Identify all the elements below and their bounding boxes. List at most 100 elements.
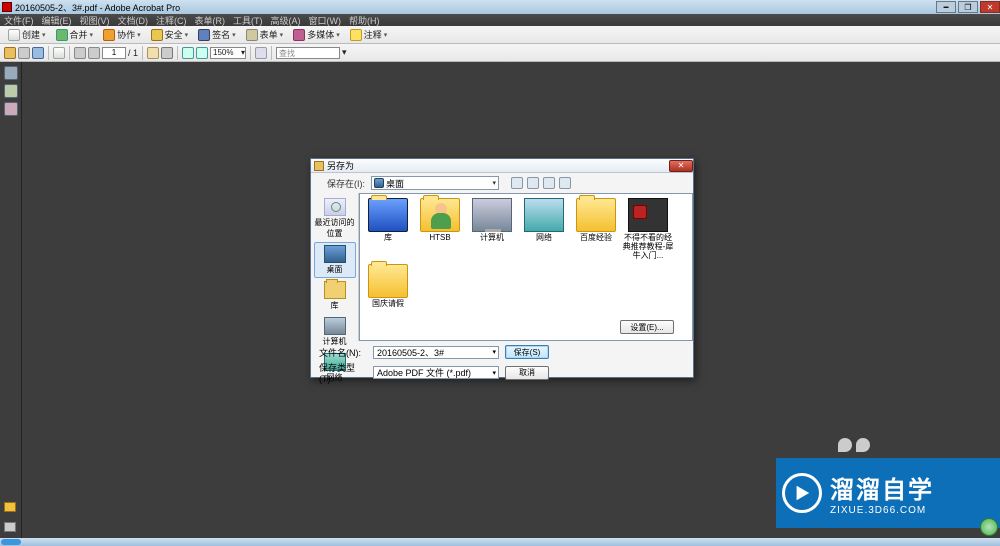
cancel-button[interactable]: 取消 (505, 366, 549, 380)
file-item[interactable]: 不得不看的经典推荐教程-犀牛入门... (622, 198, 674, 260)
settings-button-label: 设置(E)... (630, 322, 663, 333)
form-icon (246, 29, 258, 41)
file-item[interactable]: 库 (362, 198, 414, 260)
create-button[interactable]: 创建▾ (4, 26, 50, 43)
file-list[interactable]: 库 HTSB 计算机 网络 百度经验 不得不看的经典推荐教程-犀牛入门... 国… (359, 193, 693, 341)
page-input[interactable] (102, 47, 126, 59)
filetype-value: Adobe PDF 文件 (*.pdf) (377, 366, 471, 379)
dialog-titlebar[interactable]: 另存为 ✕ (311, 159, 693, 173)
bookmarks-panel-icon[interactable] (4, 84, 18, 98)
forms-label: 表单 (260, 28, 278, 41)
fit-icon[interactable] (255, 47, 267, 59)
taskbar[interactable] (0, 538, 1000, 546)
combine-icon (56, 29, 68, 41)
minimize-button[interactable]: ━ (936, 1, 956, 13)
comment-label: 注释 (364, 28, 382, 41)
signatures-panel-icon[interactable] (4, 102, 18, 116)
open-icon[interactable] (4, 47, 16, 59)
file-item[interactable]: 国庆请假 (362, 264, 414, 308)
settings-area: 设置(E)... (604, 320, 688, 334)
menu-document[interactable]: 文档(D) (118, 14, 149, 27)
menu-help[interactable]: 帮助(H) (349, 14, 380, 27)
find-placeholder: 查找 (279, 49, 295, 58)
toolbar-main: 创建▾ 合并▾ 协作▾ 安全▾ 签名▾ 表单▾ 多媒体▾ 注释▾ (0, 26, 1000, 44)
window-title: 20160505-2、3#.pdf - Adobe Acrobat Pro (15, 1, 180, 14)
menu-tools[interactable]: 工具(T) (233, 14, 263, 27)
next-page-icon[interactable] (88, 47, 100, 59)
save-in-combo[interactable]: 桌面 ▾ (371, 176, 499, 190)
combine-label: 合并 (70, 28, 88, 41)
watermark-url: ZIXUE.3D66.COM (830, 505, 934, 516)
menu-forms[interactable]: 表单(R) (195, 14, 226, 27)
views-icon[interactable] (559, 177, 571, 189)
print-icon[interactable] (18, 47, 30, 59)
desktop-icon (374, 178, 384, 188)
zoom-in-icon[interactable] (196, 47, 208, 59)
file-label: 网络 (518, 233, 570, 242)
assistant-bubble-icon[interactable] (980, 518, 998, 536)
save-icon[interactable] (53, 47, 65, 59)
save-in-value: 桌面 (386, 177, 404, 190)
comment-button[interactable]: 注释▾ (346, 26, 392, 43)
menubar: 文件(F) 编辑(E) 视图(V) 文档(D) 注释(C) 表单(R) 工具(T… (0, 14, 1000, 26)
place-libraries[interactable]: 库 (314, 278, 356, 314)
collab-icon (103, 29, 115, 41)
menu-view[interactable]: 视图(V) (80, 14, 110, 27)
mail-icon[interactable] (32, 47, 44, 59)
media-label: 多媒体 (307, 28, 334, 41)
filename-label: 文件名(N): (319, 346, 367, 359)
status-icon-1[interactable] (4, 502, 16, 512)
place-desktop[interactable]: 桌面 (314, 242, 356, 278)
titlebar: 20160505-2、3#.pdf - Adobe Acrobat Pro ━ … (0, 0, 1000, 14)
window-controls: ━ ❐ ✕ (934, 1, 1000, 13)
file-label: 计算机 (466, 233, 518, 242)
file-label: 百度经验 (570, 233, 622, 242)
file-item[interactable]: 网络 (518, 198, 570, 260)
place-libraries-label: 库 (331, 301, 339, 310)
collab-button[interactable]: 协作▾ (99, 26, 145, 43)
dialog-close-button[interactable]: ✕ (669, 160, 693, 172)
select-tool-icon[interactable] (161, 47, 173, 59)
save-button-label: 保存(S) (514, 347, 541, 358)
zoom-combo[interactable]: 150% ▾ (210, 47, 246, 59)
filename-input[interactable]: 20160505-2、3#▾ (373, 346, 499, 359)
sign-button[interactable]: 签名▾ (194, 26, 240, 43)
menu-window[interactable]: 窗口(W) (309, 14, 342, 27)
file-item[interactable]: HTSB (414, 198, 466, 260)
secure-button[interactable]: 安全▾ (147, 26, 193, 43)
save-as-dialog: 另存为 ✕ 保存在(I): 桌面 ▾ 最近访问的位置 桌面 库 计算机 网络 库… (310, 158, 694, 378)
prev-page-icon[interactable] (74, 47, 86, 59)
settings-button[interactable]: 设置(E)... (620, 320, 674, 334)
file-item[interactable]: 百度经验 (570, 198, 622, 260)
zoom-out-icon[interactable] (182, 47, 194, 59)
combine-button[interactable]: 合并▾ (52, 26, 98, 43)
hand-tool-icon[interactable] (147, 47, 159, 59)
filetype-combo[interactable]: Adobe PDF 文件 (*.pdf)▾ (373, 366, 499, 379)
menu-advanced[interactable]: 高级(A) (271, 14, 301, 27)
find-input[interactable]: 查找 (276, 47, 340, 59)
dialog-title: 另存为 (327, 159, 354, 172)
file-item[interactable]: 计算机 (466, 198, 518, 260)
forms-button[interactable]: 表单▾ (242, 26, 288, 43)
maximize-button[interactable]: ❐ (958, 1, 978, 13)
secure-label: 安全 (165, 28, 183, 41)
new-folder-icon[interactable] (543, 177, 555, 189)
menu-edit[interactable]: 编辑(E) (42, 14, 72, 27)
zoom-value: 150% (213, 48, 233, 57)
sign-icon (198, 29, 210, 41)
save-in-row: 保存在(I): 桌面 ▾ (311, 173, 693, 193)
dialog-bottom: 文件名(N): 20160505-2、3#▾ 保存(S) 保存类型(T): Ad… (311, 341, 693, 386)
close-button[interactable]: ✕ (980, 1, 1000, 13)
up-icon[interactable] (527, 177, 539, 189)
start-button[interactable] (1, 539, 21, 545)
play-icon (782, 473, 822, 513)
save-button[interactable]: 保存(S) (505, 345, 549, 359)
place-recent-label: 最近访问的位置 (315, 218, 355, 238)
attachment-icon[interactable] (4, 522, 16, 532)
menu-comment[interactable]: 注释(C) (156, 14, 187, 27)
back-icon[interactable] (511, 177, 523, 189)
menu-file[interactable]: 文件(F) (4, 14, 34, 27)
pages-panel-icon[interactable] (4, 66, 18, 80)
place-recent[interactable]: 最近访问的位置 (314, 195, 356, 242)
media-button[interactable]: 多媒体▾ (289, 26, 344, 43)
